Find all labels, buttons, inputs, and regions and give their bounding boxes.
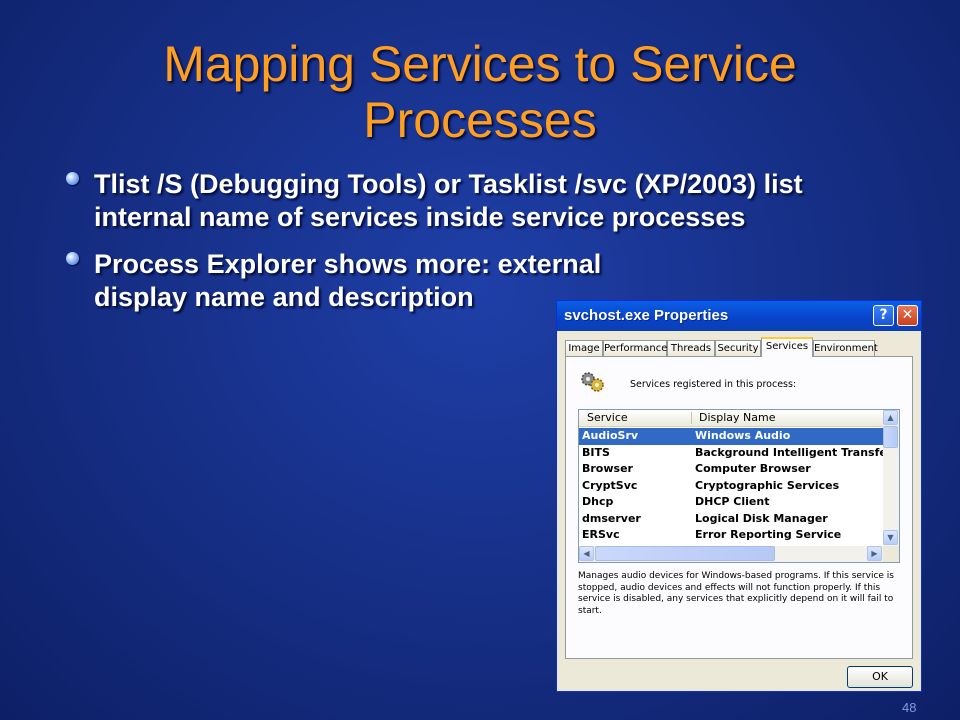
bullet-text: Tlist /S (Debugging Tools) or Tasklist /… [94,169,803,232]
help-button[interactable]: ? [873,305,894,326]
list-row[interactable]: ERSvc Error Reporting Service [579,527,883,544]
tab-image[interactable]: Image [565,340,603,356]
row-service: BITS [582,445,610,459]
vertical-scrollbar[interactable]: ▲ ▼ [883,410,899,546]
row-service: ERSvc [582,528,620,541]
row-service: Browser [582,462,633,475]
row-display-name: Windows Audio [695,429,791,442]
scroll-up-icon[interactable]: ▲ [883,410,898,425]
tab-performance[interactable]: Performance [603,340,667,356]
row-service: Dhcp [582,495,614,508]
row-display-name: Error Reporting Service [695,528,842,541]
bullet-item: Tlist /S (Debugging Tools) or Tasklist /… [66,168,886,234]
scroll-right-icon[interactable]: ▶ [867,546,882,561]
tab-environment[interactable]: Environment [813,340,878,356]
tab-threads[interactable]: Threads [667,340,715,356]
tab-services[interactable]: Services [761,337,813,357]
list-row[interactable]: Browser Computer Browser [579,461,883,478]
bullet-icon [66,172,79,185]
close-button[interactable]: ✕ [897,305,918,326]
row-service: CryptSvc [582,478,638,492]
services-panel: Services registered in this process: Ser… [565,356,913,659]
list-row[interactable]: dmserver Logical Disk Manager [579,511,883,528]
column-header-service[interactable]: Service [587,410,628,426]
scrollbar-corner [883,546,899,562]
registered-label: Services registered in this process: [630,379,797,390]
bullet-text: Process Explorer shows more: external di… [94,249,602,312]
row-service: AudioSrv [582,429,639,442]
list-rows: AudioSrv Windows Audio BITS Background Int… [579,428,883,544]
row-display-name: Cryptographic Services [695,478,840,492]
window-titlebar[interactable]: svchost.exe Properties ? ✕ [557,301,921,331]
tab-security[interactable]: Security [715,340,761,356]
ok-button[interactable]: OK [847,666,913,688]
slide-title: Mapping Services to Service Processes [163,36,797,148]
list-header: Service Display Name [579,410,883,427]
row-service: dmserver [582,511,641,525]
list-row[interactable]: BITS Background Intelligent Transfe [579,445,883,462]
list-row[interactable]: CryptSvc Cryptographic Services [579,478,883,495]
list-row[interactable]: Dhcp DHCP Client [579,494,883,511]
properties-window: svchost.exe Properties ? ✕ Image Perform… [556,300,922,692]
bullet-icon [66,252,79,265]
page-number: 48 [902,700,917,715]
horizontal-scrollbar[interactable]: ◀ ▶ [579,546,883,562]
list-row[interactable]: AudioSrv Windows Audio [579,428,883,445]
service-description: Manages audio devices for Windows-based … [578,571,894,616]
scroll-left-icon[interactable]: ◀ [579,546,594,561]
vertical-scroll-thumb[interactable] [883,426,898,448]
row-display-name: Computer Browser [695,462,811,475]
row-display-name: DHCP Client [695,495,770,508]
gears-icon [581,372,604,392]
column-divider[interactable] [691,412,692,424]
row-display-name: Background Intelligent Transfe [695,445,883,459]
services-list[interactable]: Service Display Name AudioSrv Windows Aud… [578,409,900,563]
row-display-name: Logical Disk Manager [695,511,828,525]
window-title: svchost.exe Properties [564,307,729,324]
horizontal-scroll-thumb[interactable] [595,546,775,561]
scroll-down-icon[interactable]: ▼ [883,530,898,545]
column-header-display-name[interactable]: Display Name [699,410,776,426]
